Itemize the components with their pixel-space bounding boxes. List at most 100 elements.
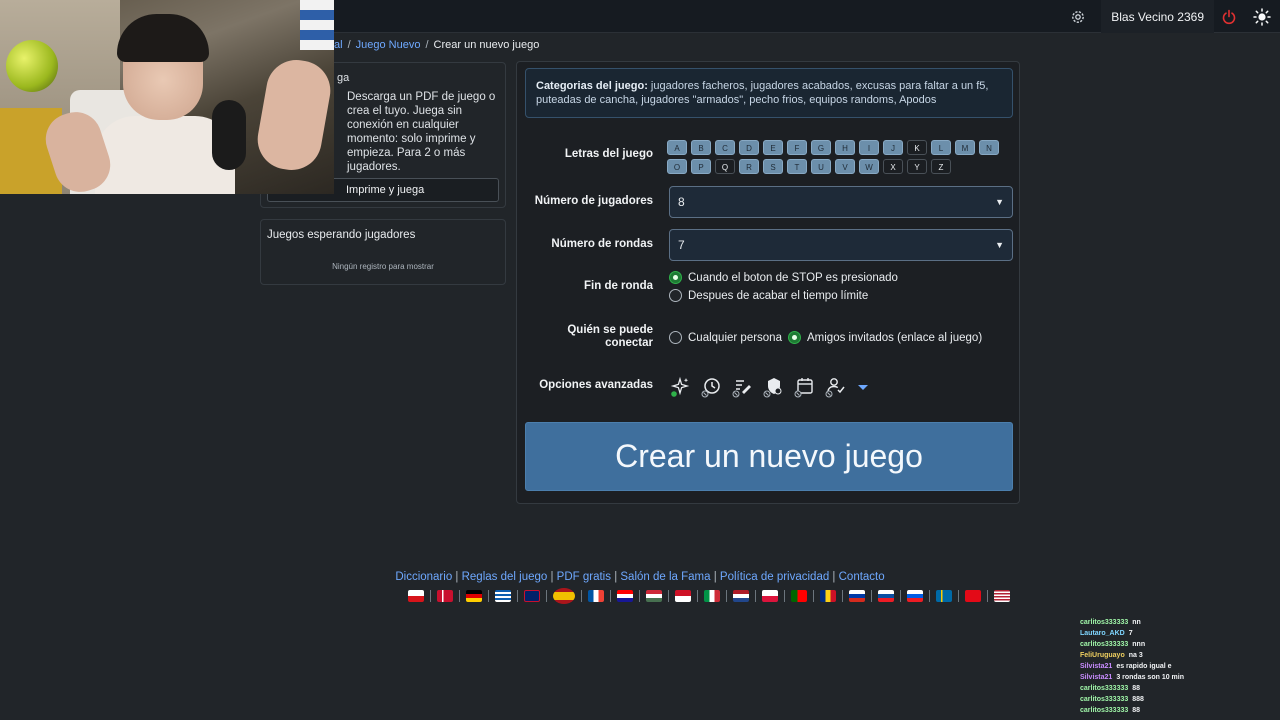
letter-toggle-k[interactable]: K: [907, 140, 927, 155]
radio-unchecked[interactable]: [669, 289, 682, 302]
footer-link-rules[interactable]: Reglas del juego: [462, 571, 548, 583]
letter-toggle-s[interactable]: S: [763, 159, 783, 174]
letter-toggle-h[interactable]: H: [835, 140, 855, 155]
letter-toggle-u[interactable]: U: [811, 159, 831, 174]
clock-icon[interactable]: [700, 376, 722, 398]
footer-link-contact[interactable]: Contacto: [839, 571, 885, 583]
edit-list-icon[interactable]: [731, 376, 753, 398]
letter-toggle-p[interactable]: P: [691, 159, 711, 174]
flag-icon-slovakia[interactable]: [878, 590, 894, 602]
flag-icon-germany[interactable]: [466, 590, 482, 602]
letter-toggle-j[interactable]: J: [883, 140, 903, 155]
letter-toggle-w[interactable]: W: [859, 159, 879, 174]
radio-checked[interactable]: [669, 271, 682, 284]
waiting-games-card: Juegos esperando jugadores Ningún regist…: [260, 219, 506, 285]
letter-toggle-f[interactable]: F: [787, 140, 807, 155]
waiting-games-title: Juegos esperando jugadores: [267, 229, 416, 241]
letter-toggle-c[interactable]: C: [715, 140, 735, 155]
flag-icon-italy[interactable]: [704, 590, 720, 602]
round-end-option-time[interactable]: Despues de acabar el tiempo límite: [669, 289, 868, 302]
letter-toggle-x[interactable]: X: [883, 159, 903, 174]
letter-toggle-t[interactable]: T: [787, 159, 807, 174]
sparkle-icon[interactable]: [669, 376, 691, 398]
advanced-options-icons: [669, 376, 871, 398]
who-can-join-label: Quién se puede conectar: [517, 324, 653, 350]
chat-text: 88: [1132, 707, 1141, 714]
user-name[interactable]: Blas Vecino 2369: [1101, 0, 1214, 33]
who-label-line-2: conectar: [605, 337, 653, 349]
power-icon[interactable]: [1214, 0, 1244, 33]
radio-unchecked[interactable]: [669, 331, 682, 344]
rounds-label: Número de rondas: [551, 238, 653, 250]
radio-checked[interactable]: [788, 331, 801, 344]
letter-toggle-y[interactable]: Y: [907, 159, 927, 174]
flag-icon-portugal[interactable]: [791, 590, 807, 602]
letter-toggle-q[interactable]: Q: [715, 159, 735, 174]
caret-down-icon[interactable]: [855, 376, 871, 398]
flag-icon-romania[interactable]: [820, 590, 836, 602]
letters-row-1: ABCDEFGHIJKLMN: [667, 140, 1007, 155]
advanced-options-label: Opciones avanzadas: [539, 379, 653, 391]
flag-icon-croatia[interactable]: [617, 590, 633, 602]
flag-icon-turkey[interactable]: [965, 590, 981, 602]
flag-icon-uk[interactable]: [524, 590, 540, 602]
letter-toggle-o[interactable]: O: [667, 159, 687, 174]
chat-text: na 3: [1128, 652, 1143, 659]
footer-link-pdf[interactable]: PDF gratis: [557, 571, 611, 583]
footer-link-hall-of-fame[interactable]: Salón de la Fama: [620, 571, 710, 583]
breadcrumb: al / Juego Nuevo / Crear un nuevo juego: [334, 39, 539, 51]
letter-toggle-l[interactable]: L: [931, 140, 951, 155]
letter-toggle-n[interactable]: N: [979, 140, 999, 155]
players-value: 8: [678, 195, 685, 209]
create-game-button[interactable]: Crear un nuevo juego: [525, 422, 1013, 491]
calendar-icon[interactable]: [793, 376, 815, 398]
flag-icon-usa[interactable]: [994, 590, 1010, 602]
webcam-hand-right: [252, 55, 334, 175]
flag-icon-netherlands[interactable]: [733, 590, 749, 602]
chat-username: Silvista21: [1080, 663, 1113, 670]
flag-icon-czech[interactable]: [408, 590, 424, 602]
new-game-form: Categorias del juego: jugadores facheros…: [516, 61, 1020, 504]
flag-icon-spain[interactable]: [553, 588, 575, 604]
letter-toggle-m[interactable]: M: [955, 140, 975, 155]
round-end-option-stop[interactable]: Cuando el boton de STOP es presionado: [669, 271, 898, 284]
letter-toggle-r[interactable]: R: [739, 159, 759, 174]
breadcrumb-link-new-game[interactable]: Juego Nuevo: [356, 39, 421, 51]
flag-icon-greece[interactable]: [495, 590, 511, 602]
sun-icon[interactable]: [1244, 0, 1280, 33]
chat-username: Lautaro_AKD: [1080, 630, 1125, 637]
round-end-option-stop-label: Cuando el boton de STOP es presionado: [688, 271, 898, 284]
rounds-select[interactable]: 7 ▼: [669, 229, 1013, 261]
categories-label: Categorias del juego:: [536, 80, 648, 92]
who-option-anyone[interactable]: Cualquier persona: [669, 331, 782, 344]
letter-toggle-i[interactable]: I: [859, 140, 879, 155]
chat-text: 888: [1132, 696, 1144, 703]
footer-link-privacy[interactable]: Política de privacidad: [720, 571, 829, 583]
letter-toggle-a[interactable]: A: [667, 140, 687, 155]
flag-icon-hungary[interactable]: [646, 590, 662, 602]
who-option-friends[interactable]: Amigos invitados (enlace al juego): [788, 331, 982, 344]
breadcrumb-link-home[interactable]: al: [334, 39, 343, 51]
flag-icon-sweden[interactable]: [936, 590, 952, 602]
footer-link-dictionary[interactable]: Diccionario: [395, 571, 452, 583]
flag-icon-france[interactable]: [588, 590, 604, 602]
flag-icon-poland[interactable]: [762, 590, 778, 602]
letter-toggle-b[interactable]: B: [691, 140, 711, 155]
chat-message: Lautaro_AKD 7: [1080, 628, 1184, 639]
webcam-microphone: [212, 100, 246, 170]
webcam-flag: [300, 0, 334, 50]
print-card-text: Descarga un PDF de juego o crea el tuyo.…: [347, 91, 496, 173]
letter-toggle-e[interactable]: E: [763, 140, 783, 155]
flag-icon-slovenia[interactable]: [907, 590, 923, 602]
letter-toggle-g[interactable]: G: [811, 140, 831, 155]
shield-icon[interactable]: [762, 376, 784, 398]
letter-toggle-d[interactable]: D: [739, 140, 759, 155]
flag-icon-denmark[interactable]: [437, 590, 453, 602]
letter-toggle-z[interactable]: Z: [931, 159, 951, 174]
flag-icon-indonesia[interactable]: [675, 590, 691, 602]
user-check-icon[interactable]: [824, 376, 846, 398]
gear-icon[interactable]: [1065, 4, 1091, 30]
flag-icon-russia[interactable]: [849, 590, 865, 602]
letter-toggle-v[interactable]: V: [835, 159, 855, 174]
players-select[interactable]: 8 ▼: [669, 186, 1013, 218]
